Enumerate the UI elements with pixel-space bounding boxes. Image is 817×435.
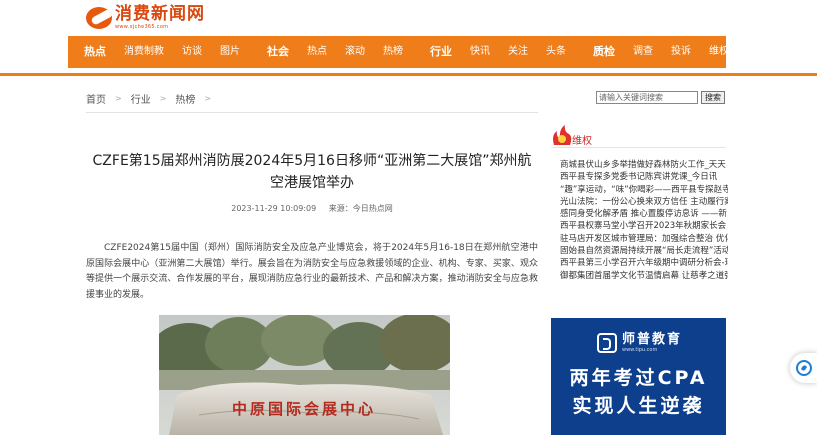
chevron-right-icon: > xyxy=(159,94,167,103)
assistant-icon xyxy=(796,360,812,376)
site-logo[interactable]: 消费新闻网 www.xjche365.com xyxy=(86,5,205,30)
main-navbar: 热点 消费制教 访谈 图片 社会 热点 滚动 热榜 行业 快讯 关注 头条 质检… xyxy=(68,36,729,68)
list-item[interactable]: 固始县自然资源局持续开展“局长走流程”活动 xyxy=(560,245,728,257)
nav-item[interactable]: 图片 xyxy=(211,36,249,68)
sidebar-title: 维权 xyxy=(572,136,592,147)
nav-head-industry[interactable]: 行业 xyxy=(414,36,461,68)
logo-text: 消费新闻网 xyxy=(115,4,205,24)
nav-group-2: 社会 热点 滚动 热榜 xyxy=(251,36,412,68)
article-photo: 中原国际会展中心 xyxy=(159,315,450,435)
ad-brand-url: www.tipu.com xyxy=(622,347,658,353)
list-item[interactable]: “趣”享运动，“味”你喝彩——西平县专探赵寺小 xyxy=(560,184,728,196)
sidebar-header: 维权 xyxy=(551,123,726,147)
ad-headline-2: 实现人生逆袭 xyxy=(572,395,705,417)
photo-sign-text: 中原国际会展中心 xyxy=(232,400,376,418)
header-divider xyxy=(0,73,817,76)
nav-head-society[interactable]: 社会 xyxy=(251,36,298,68)
logo-url: www.xjche365.com xyxy=(115,24,169,30)
nav-group-1: 热点 消费制教 访谈 图片 xyxy=(68,36,249,68)
nav-item[interactable]: 滚动 xyxy=(336,36,374,68)
nav-head-inspection[interactable]: 质检 xyxy=(577,36,624,68)
brand-logo-icon xyxy=(597,333,617,353)
chevron-right-icon: > xyxy=(204,94,212,103)
nav-item[interactable]: 消费制教 xyxy=(115,36,173,68)
search-input[interactable] xyxy=(596,91,698,104)
exhibition-stone-image: 中原国际会展中心 xyxy=(159,315,450,435)
nav-item[interactable]: 维权 xyxy=(700,36,738,68)
nav-item[interactable]: 热榜 xyxy=(374,36,412,68)
list-item[interactable]: 西平县权寨马堂小学召开2023年秋期家长会 xyxy=(560,220,728,232)
nav-item[interactable]: 调查 xyxy=(624,36,662,68)
list-item[interactable]: 驻马店开发区城市管理局：加强综合整治 优化 xyxy=(560,233,728,245)
nav-item[interactable]: 头条 xyxy=(537,36,575,68)
list-item[interactable]: 西平县第三小学召开六年级期中调研分析会-环 xyxy=(560,257,728,269)
article-title: CZFE第15届郑州消防展2024年5月16日移师“亚洲第二大展馆”郑州航空港展… xyxy=(92,153,532,191)
nav-item[interactable]: 快讯 xyxy=(461,36,499,68)
ad-logo: 师普教育 www.tipu.com xyxy=(597,333,682,353)
sidebar-news-list: 商城县伏山乡多举措做好森林防火工作_天天 西平县专探多党委书记陈宾讲党课_今日讯… xyxy=(560,159,728,282)
nav-item[interactable]: 投诉 xyxy=(662,36,700,68)
breadcrumb: 首页 > 行业 > 热榜 > xyxy=(86,91,220,106)
breadcrumb-hotlist[interactable]: 热榜 xyxy=(175,91,195,106)
ad-brand-name: 师普教育 xyxy=(622,332,683,347)
nav-item[interactable]: 关注 xyxy=(499,36,537,68)
list-item[interactable]: 御都集团首届学文化节温情启幕 让慈孝之道弥 xyxy=(560,270,728,282)
list-item[interactable]: 感同身受化解矛盾 推心置腹停访息诉 ——新 xyxy=(560,208,728,220)
breadcrumb-home[interactable]: 首页 xyxy=(86,91,106,106)
logo-icon xyxy=(86,6,112,29)
search-button[interactable]: 搜索 xyxy=(701,91,725,104)
sidebar-divider xyxy=(551,147,726,148)
nav-group-4: 质检 调查 投诉 维权 xyxy=(577,36,738,68)
floating-assistant-button[interactable] xyxy=(790,353,817,383)
article-date: 2023-11-29 10:09:09 xyxy=(231,204,317,213)
nav-item[interactable]: 热点 xyxy=(298,36,336,68)
article-body: CZFE2024第15届中国（郑州）国际消防安全及应急产业博览会，将于2024年… xyxy=(86,243,538,300)
nav-group-3: 行业 快讯 关注 头条 xyxy=(414,36,575,68)
nav-head-hot[interactable]: 热点 xyxy=(68,36,115,68)
article-meta: 2023-11-29 10:09:09 来源：今日热点网 xyxy=(86,203,538,214)
hot-badge-icon xyxy=(553,125,572,145)
chevron-right-icon: > xyxy=(115,94,122,103)
breadcrumb-divider xyxy=(86,112,538,113)
list-item[interactable]: 西平县专探多党委书记陈宾讲党课_今日讯 xyxy=(560,171,728,183)
ad-headline-1: 两年考过CPA xyxy=(569,367,708,389)
nav-item[interactable]: 访谈 xyxy=(173,36,211,68)
breadcrumb-industry[interactable]: 行业 xyxy=(131,91,151,106)
article-source: 来源：今日热点网 xyxy=(328,204,393,213)
list-item[interactable]: 商城县伏山乡多举措做好森林防火工作_天天 xyxy=(560,159,728,171)
list-item[interactable]: 光山法院：一份公心换来双方信任 主动履行案 xyxy=(560,196,728,208)
sidebar-ad-banner[interactable]: 师普教育 www.tipu.com 两年考过CPA 实现人生逆袭 xyxy=(551,318,726,435)
